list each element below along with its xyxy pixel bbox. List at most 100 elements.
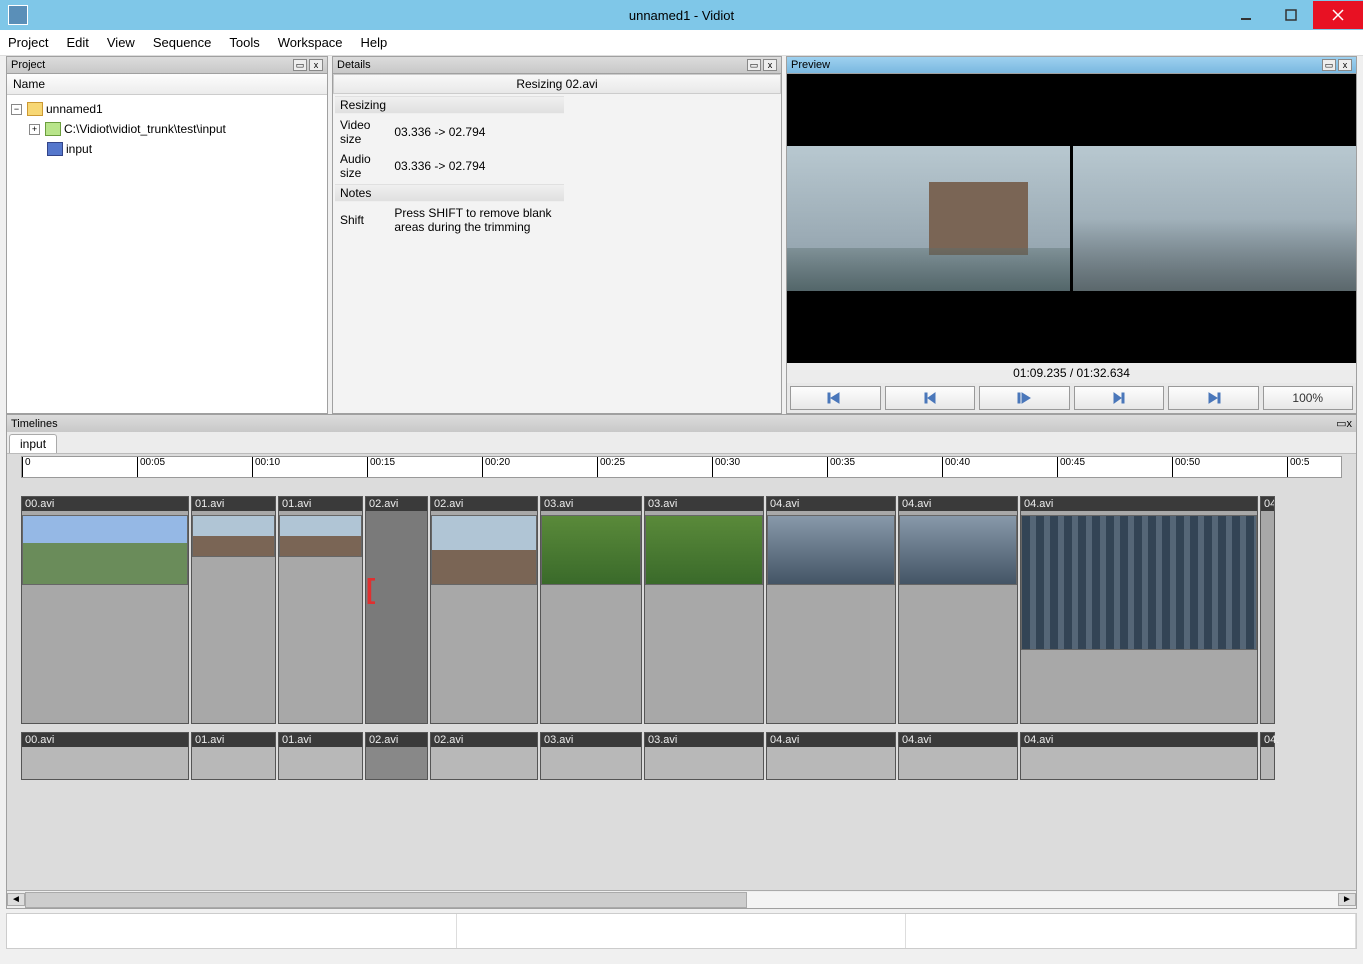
next-frame-button[interactable] bbox=[1074, 386, 1165, 410]
clip-thumbnail bbox=[192, 515, 275, 557]
audio-clip[interactable]: 04.avi bbox=[766, 732, 896, 780]
pin-icon[interactable]: ▭ bbox=[1336, 418, 1346, 430]
project-tree: − unnamed1 + C:\Vidiot\vidiot_trunk\test… bbox=[7, 95, 327, 163]
expand-icon[interactable]: + bbox=[29, 124, 40, 135]
video-track[interactable]: 00.avi01.avi01.avi02.avi02.avi03.avi03.a… bbox=[21, 496, 1342, 724]
video-clip[interactable]: 04.a bbox=[1260, 496, 1275, 724]
clip-label: 01.avi bbox=[192, 733, 275, 747]
video-clip[interactable]: 03.avi bbox=[644, 496, 764, 724]
project-panel-header[interactable]: Project ▭x bbox=[7, 57, 327, 74]
timelines-header[interactable]: Timelines ▭x bbox=[7, 415, 1356, 432]
pin-icon[interactable]: ▭ bbox=[1322, 59, 1336, 71]
audio-clip[interactable]: 04.avi bbox=[898, 732, 1018, 780]
audio-clip[interactable]: 04.avi bbox=[1020, 732, 1258, 780]
scroll-thumb[interactable] bbox=[25, 892, 747, 908]
tree-folder-label: C:\Vidiot\vidiot_trunk\test\input bbox=[64, 122, 226, 136]
menu-sequence[interactable]: Sequence bbox=[153, 35, 212, 50]
tree-sequence-label: input bbox=[66, 142, 92, 156]
prev-frame-button[interactable] bbox=[885, 386, 976, 410]
tree-sequence[interactable]: input bbox=[11, 139, 323, 159]
clip-thumbnail bbox=[541, 515, 641, 585]
clip-thumbnail bbox=[1021, 515, 1257, 650]
audio-clip[interactable]: 04. bbox=[1260, 732, 1275, 780]
timeline-scrollbar[interactable]: ◄ ► bbox=[7, 890, 1356, 908]
close-icon[interactable]: x bbox=[309, 59, 323, 71]
audio-clip[interactable]: 03.avi bbox=[540, 732, 642, 780]
menu-project[interactable]: Project bbox=[8, 35, 48, 50]
menu-edit[interactable]: Edit bbox=[66, 35, 88, 50]
preview-frame-left bbox=[787, 146, 1070, 291]
video-clip[interactable]: 02.avi bbox=[430, 496, 538, 724]
timeline-area[interactable]: 000:0500:1000:1500:2000:2500:3000:3500:4… bbox=[7, 454, 1356, 890]
clip-label: 02.avi bbox=[366, 733, 427, 747]
clip-label: 02.avi bbox=[431, 497, 537, 511]
menu-view[interactable]: View bbox=[107, 35, 135, 50]
trim-marker-icon[interactable] bbox=[366, 573, 376, 601]
project-panel: Project ▭x Name − unnamed1 + C:\Vidiot\v… bbox=[6, 56, 328, 414]
video-clip[interactable]: 00.avi bbox=[21, 496, 189, 724]
detail-val: Press SHIFT to remove blank areas during… bbox=[389, 204, 564, 236]
goto-start-button[interactable] bbox=[790, 386, 881, 410]
menu-help[interactable]: Help bbox=[361, 35, 388, 50]
play-button[interactable] bbox=[979, 386, 1070, 410]
pin-icon[interactable]: ▭ bbox=[747, 59, 761, 71]
zoom-display[interactable]: 100% bbox=[1263, 386, 1354, 410]
video-clip[interactable]: 01.avi bbox=[278, 496, 363, 724]
audio-clip[interactable]: 02.avi bbox=[430, 732, 538, 780]
video-clip[interactable]: 02.avi bbox=[365, 496, 428, 724]
video-clip[interactable]: 01.avi bbox=[191, 496, 276, 724]
video-clip[interactable]: 03.avi bbox=[540, 496, 642, 724]
home-folder-icon bbox=[45, 122, 61, 136]
video-clip[interactable]: 04.avi bbox=[1020, 496, 1258, 724]
timeline-ruler[interactable]: 000:0500:1000:1500:2000:2500:3000:3500:4… bbox=[21, 456, 1342, 478]
tree-root[interactable]: − unnamed1 bbox=[11, 99, 323, 119]
video-clip[interactable]: 04.avi bbox=[766, 496, 896, 724]
close-icon[interactable]: x bbox=[1347, 418, 1353, 430]
preview-panel-header[interactable]: Preview ▭x bbox=[787, 57, 1356, 74]
menu-tools[interactable]: Tools bbox=[229, 35, 259, 50]
close-icon[interactable]: x bbox=[1338, 59, 1352, 71]
details-panel-title: Details bbox=[337, 59, 371, 71]
menubar: Project Edit View Sequence Tools Workspa… bbox=[0, 30, 1363, 56]
video-clip[interactable]: 04.avi bbox=[898, 496, 1018, 724]
ruler-tick: 00:15 bbox=[367, 457, 395, 477]
scroll-left-icon[interactable]: ◄ bbox=[7, 893, 25, 906]
details-panel-header[interactable]: Details ▭x bbox=[333, 57, 781, 74]
project-column-name[interactable]: Name bbox=[7, 74, 327, 95]
clip-thumbnail bbox=[645, 515, 763, 585]
preview-panel: Preview ▭x 01:09.235 / 01:32.634 100% bbox=[786, 56, 1357, 414]
close-icon[interactable]: x bbox=[763, 59, 777, 71]
ruler-tick: 00:25 bbox=[597, 457, 625, 477]
window-controls bbox=[1223, 1, 1363, 29]
ruler-tick: 00:45 bbox=[1057, 457, 1085, 477]
pin-icon[interactable]: ▭ bbox=[293, 59, 307, 71]
goto-end-button[interactable] bbox=[1168, 386, 1259, 410]
audio-clip[interactable]: 01.avi bbox=[278, 732, 363, 780]
clip-label: 04.avi bbox=[767, 497, 895, 511]
scroll-right-icon[interactable]: ► bbox=[1338, 893, 1356, 906]
clip-label: 03.avi bbox=[645, 497, 763, 511]
collapse-icon[interactable]: − bbox=[11, 104, 22, 115]
app-icon bbox=[8, 5, 28, 25]
details-heading: Resizing 02.avi bbox=[333, 74, 781, 94]
tree-folder[interactable]: + C:\Vidiot\vidiot_trunk\test\input bbox=[11, 119, 323, 139]
clip-thumbnail bbox=[767, 515, 895, 585]
audio-clip[interactable]: 02.avi bbox=[365, 732, 428, 780]
clip-thumbnail bbox=[899, 515, 1017, 585]
menu-workspace[interactable]: Workspace bbox=[278, 35, 343, 50]
ruler-tick: 00:5 bbox=[1287, 457, 1309, 477]
audio-track[interactable]: 00.avi01.avi01.avi02.avi02.avi03.avi03.a… bbox=[21, 732, 1342, 780]
close-button[interactable] bbox=[1313, 1, 1363, 29]
clip-label: 04.avi bbox=[1021, 733, 1257, 747]
audio-clip[interactable]: 00.avi bbox=[21, 732, 189, 780]
audio-clip[interactable]: 03.avi bbox=[644, 732, 764, 780]
details-panel: Details ▭x Resizing 02.avi Resizing Vide… bbox=[332, 56, 782, 414]
clip-label: 02.avi bbox=[431, 733, 537, 747]
minimize-button[interactable] bbox=[1223, 1, 1268, 29]
clip-thumbnail bbox=[279, 515, 362, 557]
ruler-tick: 00:05 bbox=[137, 457, 165, 477]
audio-clip[interactable]: 01.avi bbox=[191, 732, 276, 780]
maximize-button[interactable] bbox=[1268, 1, 1313, 29]
timeline-tab-input[interactable]: input bbox=[9, 434, 57, 453]
clip-label: 04.avi bbox=[1021, 497, 1257, 511]
